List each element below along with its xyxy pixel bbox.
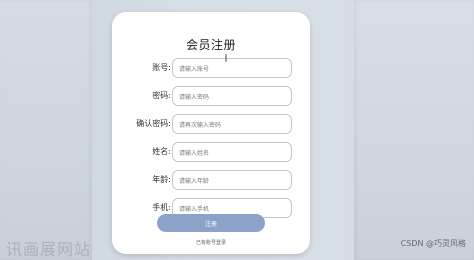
- form-row-name: 姓名: 请输入姓名: [112, 142, 310, 164]
- form-row-age: 年龄: 请输入年龄: [112, 170, 310, 192]
- registration-card: 会员注册 账号: 请输入账号 密码: 请输入密码 确认密码: 请再次输入密码 姓…: [112, 12, 310, 254]
- form-row-confirm-password: 确认密码: 请再次输入密码: [112, 114, 310, 136]
- confirm-password-label: 确认密码:: [136, 119, 171, 128]
- form-row-account: 账号: 请输入账号: [112, 58, 310, 80]
- password-label: 密码:: [152, 91, 171, 100]
- account-label: 账号:: [152, 63, 171, 72]
- name-input[interactable]: 请输入姓名: [172, 142, 292, 162]
- name-label: 姓名:: [152, 147, 171, 156]
- right-background-panel: [354, 0, 474, 260]
- register-button[interactable]: 注册: [157, 214, 265, 232]
- page-title: 会员注册: [185, 38, 236, 52]
- age-input[interactable]: 请输入年龄: [172, 170, 292, 190]
- left-background-panel: [0, 0, 92, 260]
- watermark-right: CSDN @巧灵风格: [400, 239, 466, 248]
- login-link[interactable]: 已有账号登录: [112, 239, 310, 246]
- account-input[interactable]: 请输入账号: [172, 58, 292, 78]
- form-row-password: 密码: 请输入密码: [112, 86, 310, 108]
- watermark-left: 讯画展网站: [6, 240, 92, 259]
- phone-label: 手机:: [152, 203, 171, 212]
- age-label: 年龄:: [152, 175, 171, 184]
- text-cursor-icon: [225, 54, 227, 62]
- password-input[interactable]: 请输入密码: [172, 86, 292, 106]
- confirm-password-input[interactable]: 请再次输入密码: [172, 114, 292, 134]
